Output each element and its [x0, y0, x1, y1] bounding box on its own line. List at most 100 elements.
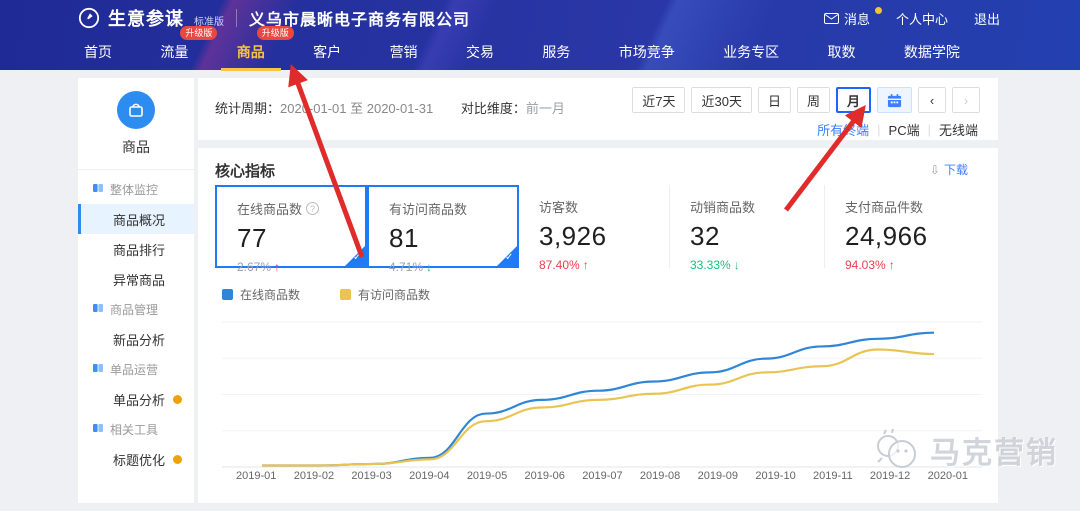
- user-center-link[interactable]: 个人中心: [896, 9, 948, 28]
- metric-cards-row: 在线商品数?772.67%↑✓有访问商品数814.71%↓✓访客数3,92687…: [215, 185, 985, 268]
- nav-tab-label: 营销: [390, 44, 418, 60]
- notification-dot: [875, 7, 882, 14]
- sidebar-item-4: 商品管理: [78, 294, 194, 324]
- terminal-option-1[interactable]: PC端: [889, 120, 920, 139]
- legend-item-0[interactable]: 在线商品数: [222, 286, 300, 303]
- messages-link[interactable]: 消息: [824, 9, 870, 28]
- nav-tab-4[interactable]: 营销: [388, 36, 420, 71]
- sidebar-module-label: 商品: [78, 137, 194, 157]
- metric-card-2[interactable]: 访客数3,92687.40%↑: [519, 185, 670, 268]
- sidebar-item-5[interactable]: 新品分析: [78, 324, 194, 354]
- nav-tab-0[interactable]: 首页: [82, 36, 114, 71]
- trend-chart: [222, 312, 982, 474]
- sidebar-item-label: 单品分析: [113, 390, 165, 409]
- metric-label: 有访问商品数: [389, 199, 467, 218]
- orange-dot-badge: [173, 395, 182, 404]
- app-name: 生意参谋: [108, 5, 184, 31]
- legend-item-1[interactable]: 有访问商品数: [340, 286, 430, 303]
- x-tick-label: 2019-07: [582, 470, 622, 482]
- sidebar-item-6: 单品运营: [78, 354, 194, 384]
- separator: |: [877, 122, 880, 137]
- sidebar-item-3[interactable]: 异常商品: [78, 264, 194, 294]
- sidebar-item-label: 新品分析: [113, 330, 165, 349]
- download-button[interactable]: ⇩ 下载: [930, 161, 968, 178]
- sidebar-item-1[interactable]: 商品概况: [78, 204, 194, 234]
- metric-card-1[interactable]: 有访问商品数814.71%↓✓: [367, 185, 519, 268]
- legend-swatch: [340, 289, 351, 300]
- header-divider: [236, 9, 237, 27]
- stat-period-text: 统计周期：2020-01-01 至 2020-01-31 对比维度：前一月: [215, 98, 565, 117]
- compass-logo-icon: [78, 7, 100, 29]
- nav-tab-6[interactable]: 服务: [540, 36, 572, 71]
- nav-tab-label: 流量: [160, 44, 188, 60]
- terminal-option-0[interactable]: 所有终端: [817, 120, 869, 139]
- metric-change: 33.33%: [690, 258, 731, 272]
- up-arrow-icon: ↑: [274, 260, 280, 274]
- metric-card-0[interactable]: 在线商品数?772.67%↑✓: [215, 185, 367, 268]
- range-button-4[interactable]: 月: [836, 87, 871, 113]
- x-tick-label: 2019-12: [870, 470, 910, 482]
- nav-tab-3[interactable]: 客户: [311, 36, 343, 71]
- nav-tab-8[interactable]: 业务专区: [721, 36, 781, 71]
- x-tick-label: 2019-10: [755, 470, 795, 482]
- calendar-icon-button[interactable]: [877, 87, 912, 113]
- range-button-1[interactable]: 近30天: [691, 87, 751, 113]
- sidebar-item-7[interactable]: 单品分析: [78, 384, 194, 414]
- nav-tab-5[interactable]: 交易: [464, 36, 496, 71]
- metric-card-3[interactable]: 动销商品数3233.33%↓: [670, 185, 825, 268]
- metric-value: 77: [237, 223, 355, 254]
- sidebar-module-header: 商品: [78, 78, 194, 170]
- sidebar-item-label: 相关工具: [110, 421, 158, 438]
- range-button-3[interactable]: 周: [797, 87, 830, 113]
- top-header: 生意参谋 标准版 义乌市晨晰电子商务有限公司 消息 个人中心 退出 首页流量升级…: [0, 0, 1080, 70]
- metric-value: 32: [690, 221, 814, 252]
- sidebar-item-label: 标题优化: [113, 450, 165, 469]
- legend-label: 有访问商品数: [358, 286, 430, 303]
- terminal-option-2[interactable]: 无线端: [939, 120, 978, 139]
- up-arrow-icon: ↑: [889, 258, 895, 272]
- prev-period-button[interactable]: ‹: [918, 87, 946, 113]
- logout-link[interactable]: 退出: [974, 9, 1000, 28]
- terminal-filter: 所有终端 | PC端 | 无线端: [817, 120, 978, 139]
- legend-swatch: [222, 289, 233, 300]
- range-button-0[interactable]: 近7天: [632, 87, 685, 113]
- up-arrow-icon: ↑: [583, 258, 589, 272]
- x-tick-label: 2019-04: [409, 470, 449, 482]
- download-icon: ⇩: [930, 163, 940, 177]
- nav-tab-7[interactable]: 市场竞争: [617, 36, 677, 71]
- metric-card-4[interactable]: 支付商品件数24,96694.03%↑: [825, 185, 985, 268]
- nav-tab-label: 取数: [828, 44, 856, 60]
- range-button-2[interactable]: 日: [758, 87, 791, 113]
- line-series: [262, 349, 934, 465]
- x-tick-label: 2019-06: [525, 470, 565, 482]
- metric-change: 4.71%: [389, 260, 423, 274]
- sidebar-item-2[interactable]: 商品排行: [78, 234, 194, 264]
- nav-tab-1[interactable]: 流量升级版: [158, 36, 190, 71]
- stat-period-range: 2020-01-01 至 2020-01-31: [280, 101, 433, 116]
- sidebar-item-9[interactable]: 标题优化: [78, 444, 194, 474]
- nav-tab-2[interactable]: 商品升级版: [235, 36, 267, 71]
- sidebar-item-label: 单品运营: [110, 361, 158, 378]
- selected-check-icon: ✓: [344, 245, 366, 267]
- compare-dimension-value: 前一月: [526, 101, 565, 116]
- x-tick-label: 2020-01: [928, 470, 968, 482]
- book-icon: [92, 182, 104, 197]
- period-panel: 统计周期：2020-01-01 至 2020-01-31 对比维度：前一月 近7…: [198, 78, 998, 140]
- next-period-button[interactable]: ›: [952, 87, 980, 113]
- metric-value: 3,926: [539, 221, 659, 252]
- metric-label: 动销商品数: [690, 197, 755, 216]
- sidebar-item-label: 异常商品: [113, 270, 165, 289]
- metric-label: 支付商品件数: [845, 197, 923, 216]
- core-metrics-panel: 核心指标 ⇩ 下载 在线商品数?772.67%↑✓有访问商品数814.71%↓✓…: [198, 148, 998, 503]
- nav-tab-9[interactable]: 取数: [826, 36, 858, 71]
- nav-tab-10[interactable]: 数据学院: [902, 36, 962, 71]
- product-module-icon: [117, 91, 155, 129]
- nav-tab-label: 数据学院: [904, 44, 960, 60]
- separator: |: [928, 122, 931, 137]
- date-range-buttons: 近7天近30天日周月 ‹›: [632, 87, 980, 113]
- down-arrow-icon: ↓: [426, 260, 432, 274]
- info-icon[interactable]: ?: [306, 202, 319, 215]
- metric-change: 94.03%: [845, 258, 886, 272]
- down-arrow-icon: ↓: [734, 258, 740, 272]
- upgrade-badge: 升级版: [180, 26, 217, 40]
